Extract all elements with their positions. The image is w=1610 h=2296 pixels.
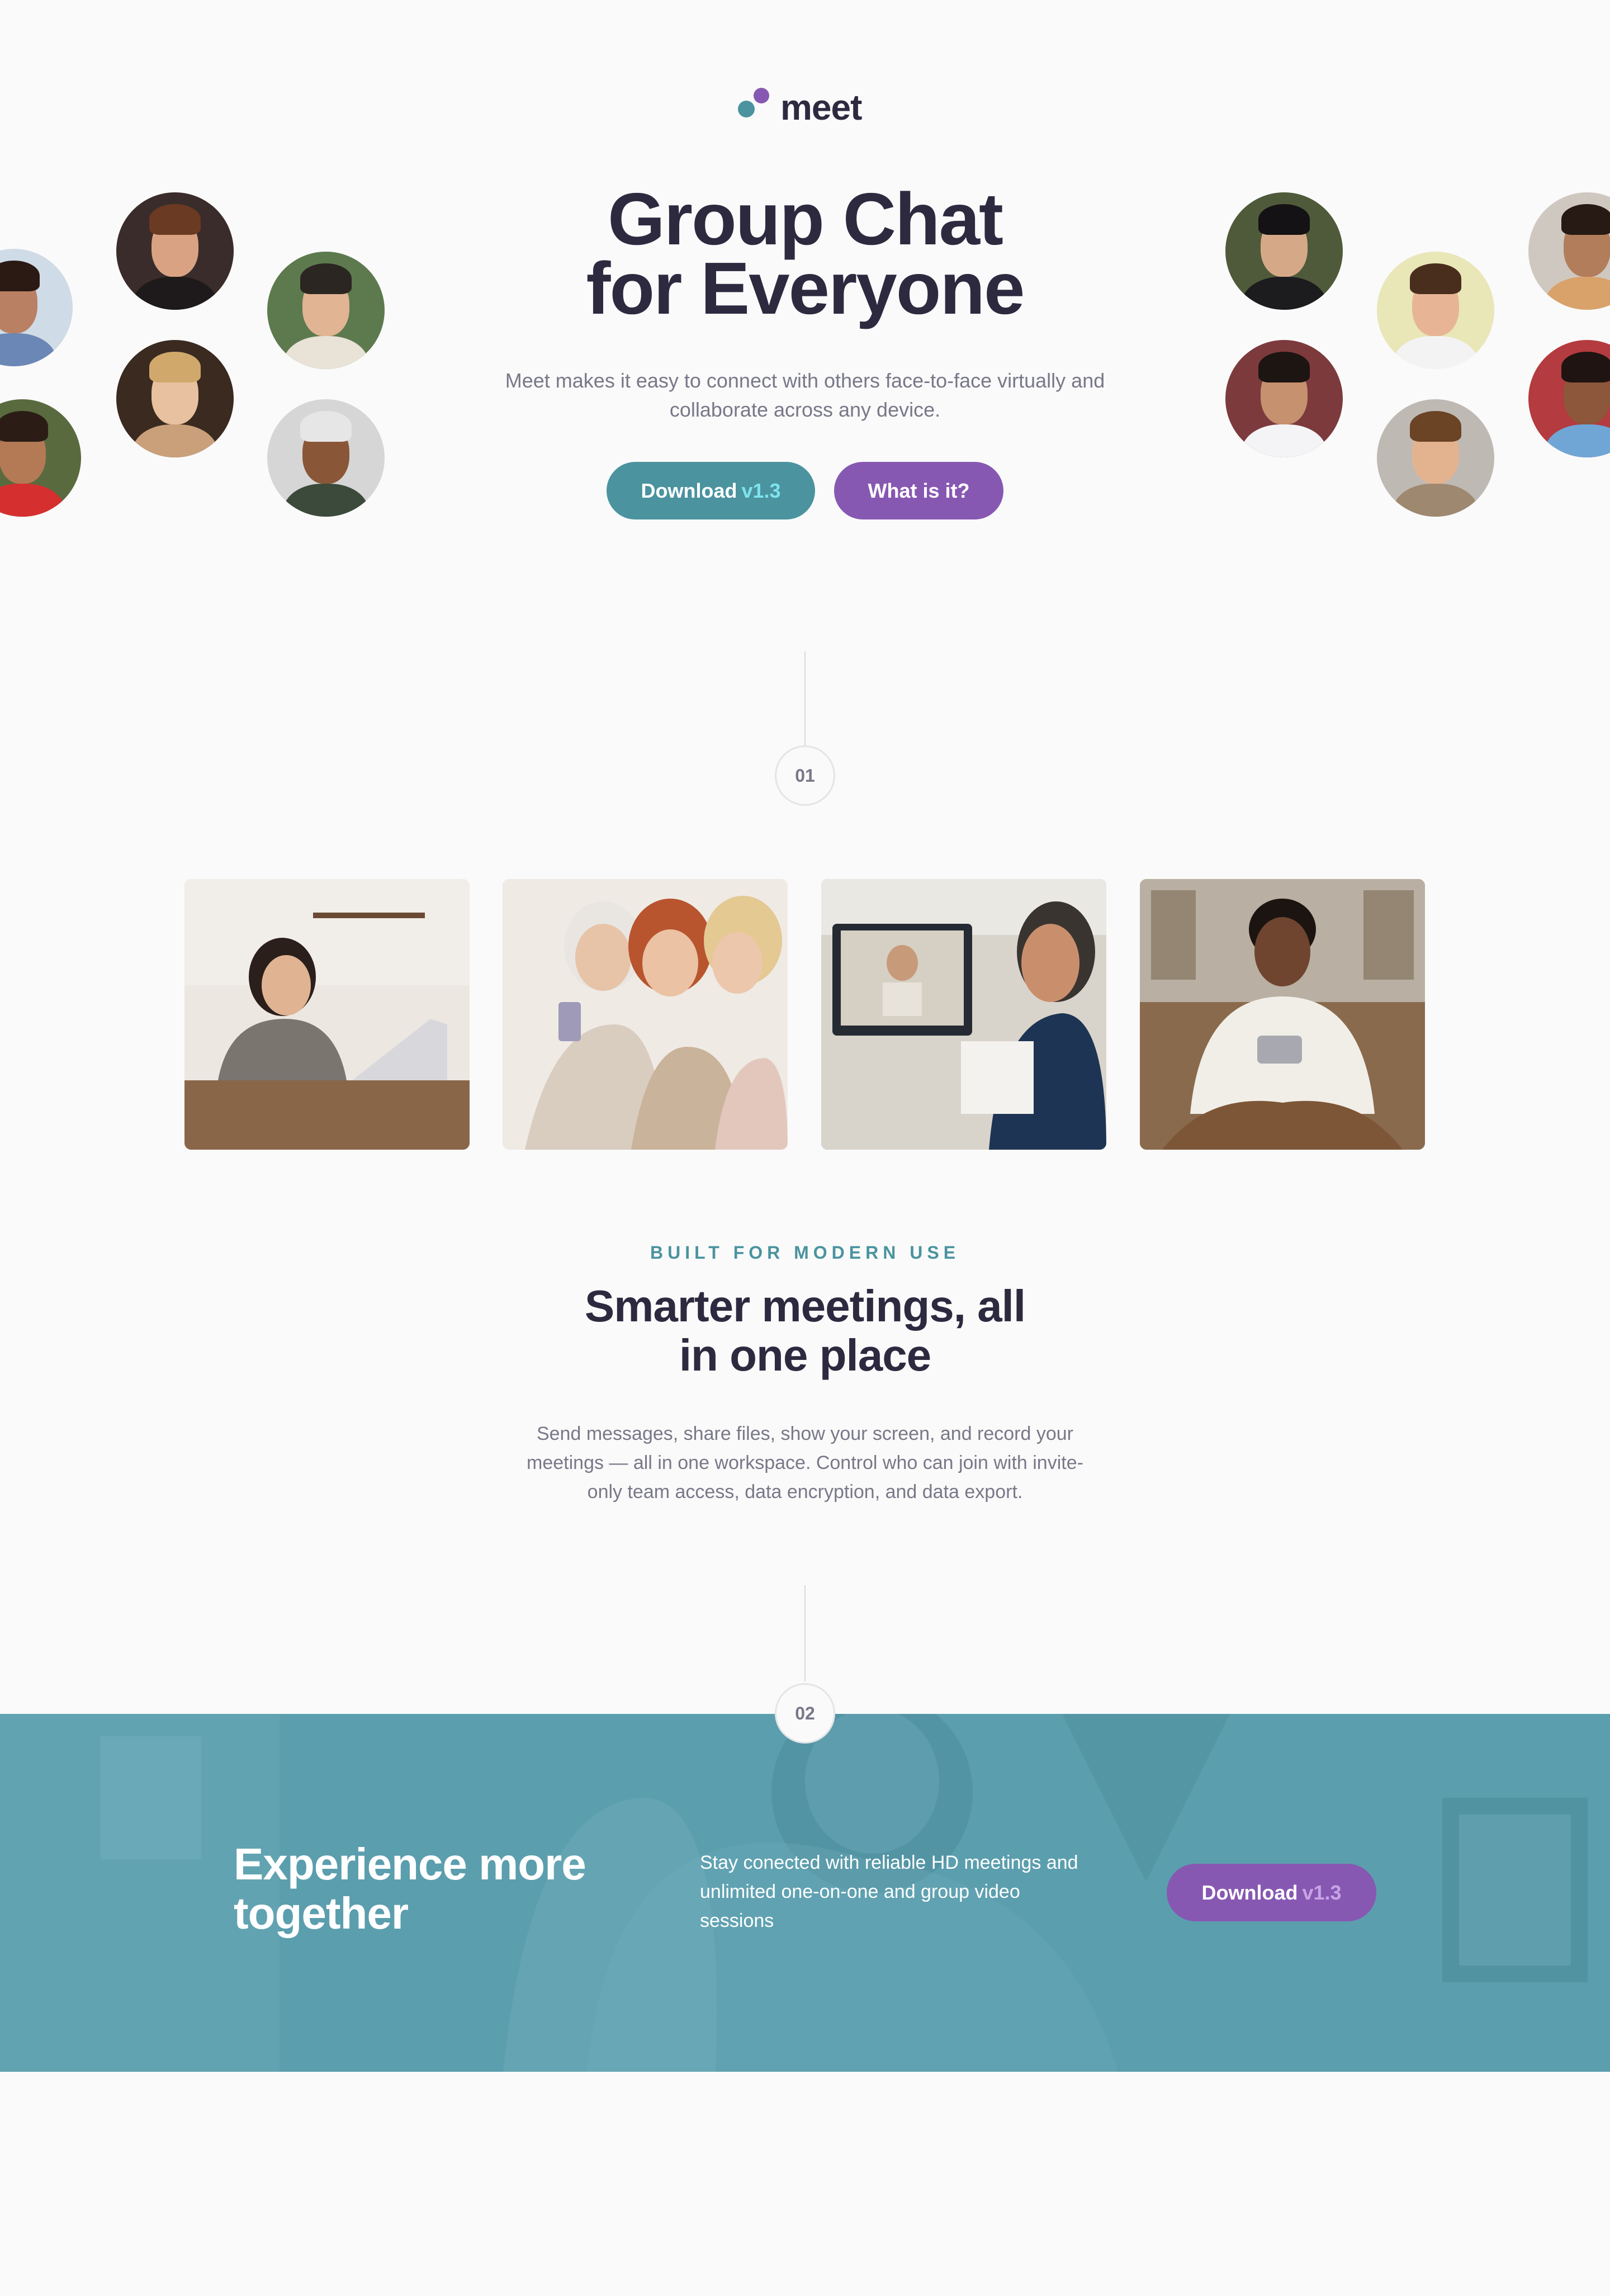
- download-version: v1.3: [741, 479, 781, 502]
- download-label: Download: [641, 479, 737, 502]
- step-number: 01: [795, 765, 815, 786]
- cta-title-line: Experience more: [234, 1839, 586, 1889]
- step-badge-02: 02: [775, 1683, 835, 1744]
- section-title-line: in one place: [679, 1330, 931, 1380]
- section-body: Send messages, share files, show your sc…: [527, 1423, 1083, 1503]
- download-label: Download: [1201, 1881, 1298, 1904]
- photo-woman-laptop: [184, 879, 470, 1150]
- photo-man-video-call: [821, 879, 1106, 1150]
- what-is-it-button[interactable]: What is it?: [834, 462, 1003, 519]
- hero-subtitle: Meet makes it easy to connect with other…: [505, 369, 1105, 421]
- photo-man-smartphone: [1140, 879, 1425, 1150]
- avatar: [1377, 399, 1494, 517]
- download-version: v1.3: [1302, 1881, 1342, 1904]
- avatar: [116, 340, 234, 457]
- avatar: [267, 252, 385, 369]
- photo-women-phone: [503, 879, 788, 1150]
- avatar: [1528, 340, 1610, 457]
- section-title: Smarter meetings, all in one place: [525, 1282, 1085, 1380]
- logo-text: meet: [780, 87, 862, 127]
- cta-title-line: together: [234, 1888, 409, 1938]
- what-is-it-label: What is it?: [868, 479, 970, 502]
- logo-mark-icon: [738, 85, 775, 130]
- cta-download-button[interactable]: Download v1.3: [1167, 1864, 1376, 1921]
- cta-title: Experience more together: [234, 1840, 625, 1938]
- section-title-line: Smarter meetings, all: [584, 1281, 1026, 1331]
- divider-line: [804, 651, 806, 747]
- avatar: [0, 399, 81, 517]
- avatar: [1377, 252, 1494, 369]
- download-button[interactable]: Download v1.3: [607, 462, 815, 519]
- step-badge-01: 01: [775, 745, 835, 806]
- avatar: [1225, 192, 1343, 310]
- avatar: [267, 399, 385, 517]
- hero-title: Group Chat for Everyone: [470, 178, 1140, 329]
- divider-line: [804, 1585, 806, 1681]
- avatar: [116, 192, 234, 310]
- avatar: [1528, 192, 1610, 310]
- section-eyebrow: BUILT FOR MODERN USE: [650, 1243, 960, 1263]
- avatar: [1225, 340, 1343, 457]
- hero-title-line: for Everyone: [586, 247, 1025, 329]
- hero-title-line: Group Chat: [608, 178, 1003, 260]
- logo[interactable]: meet: [738, 85, 872, 130]
- avatar: [0, 249, 73, 366]
- cta-body: Stay conected with reliable HD meetings …: [700, 1852, 1078, 1931]
- step-number: 02: [795, 1703, 815, 1723]
